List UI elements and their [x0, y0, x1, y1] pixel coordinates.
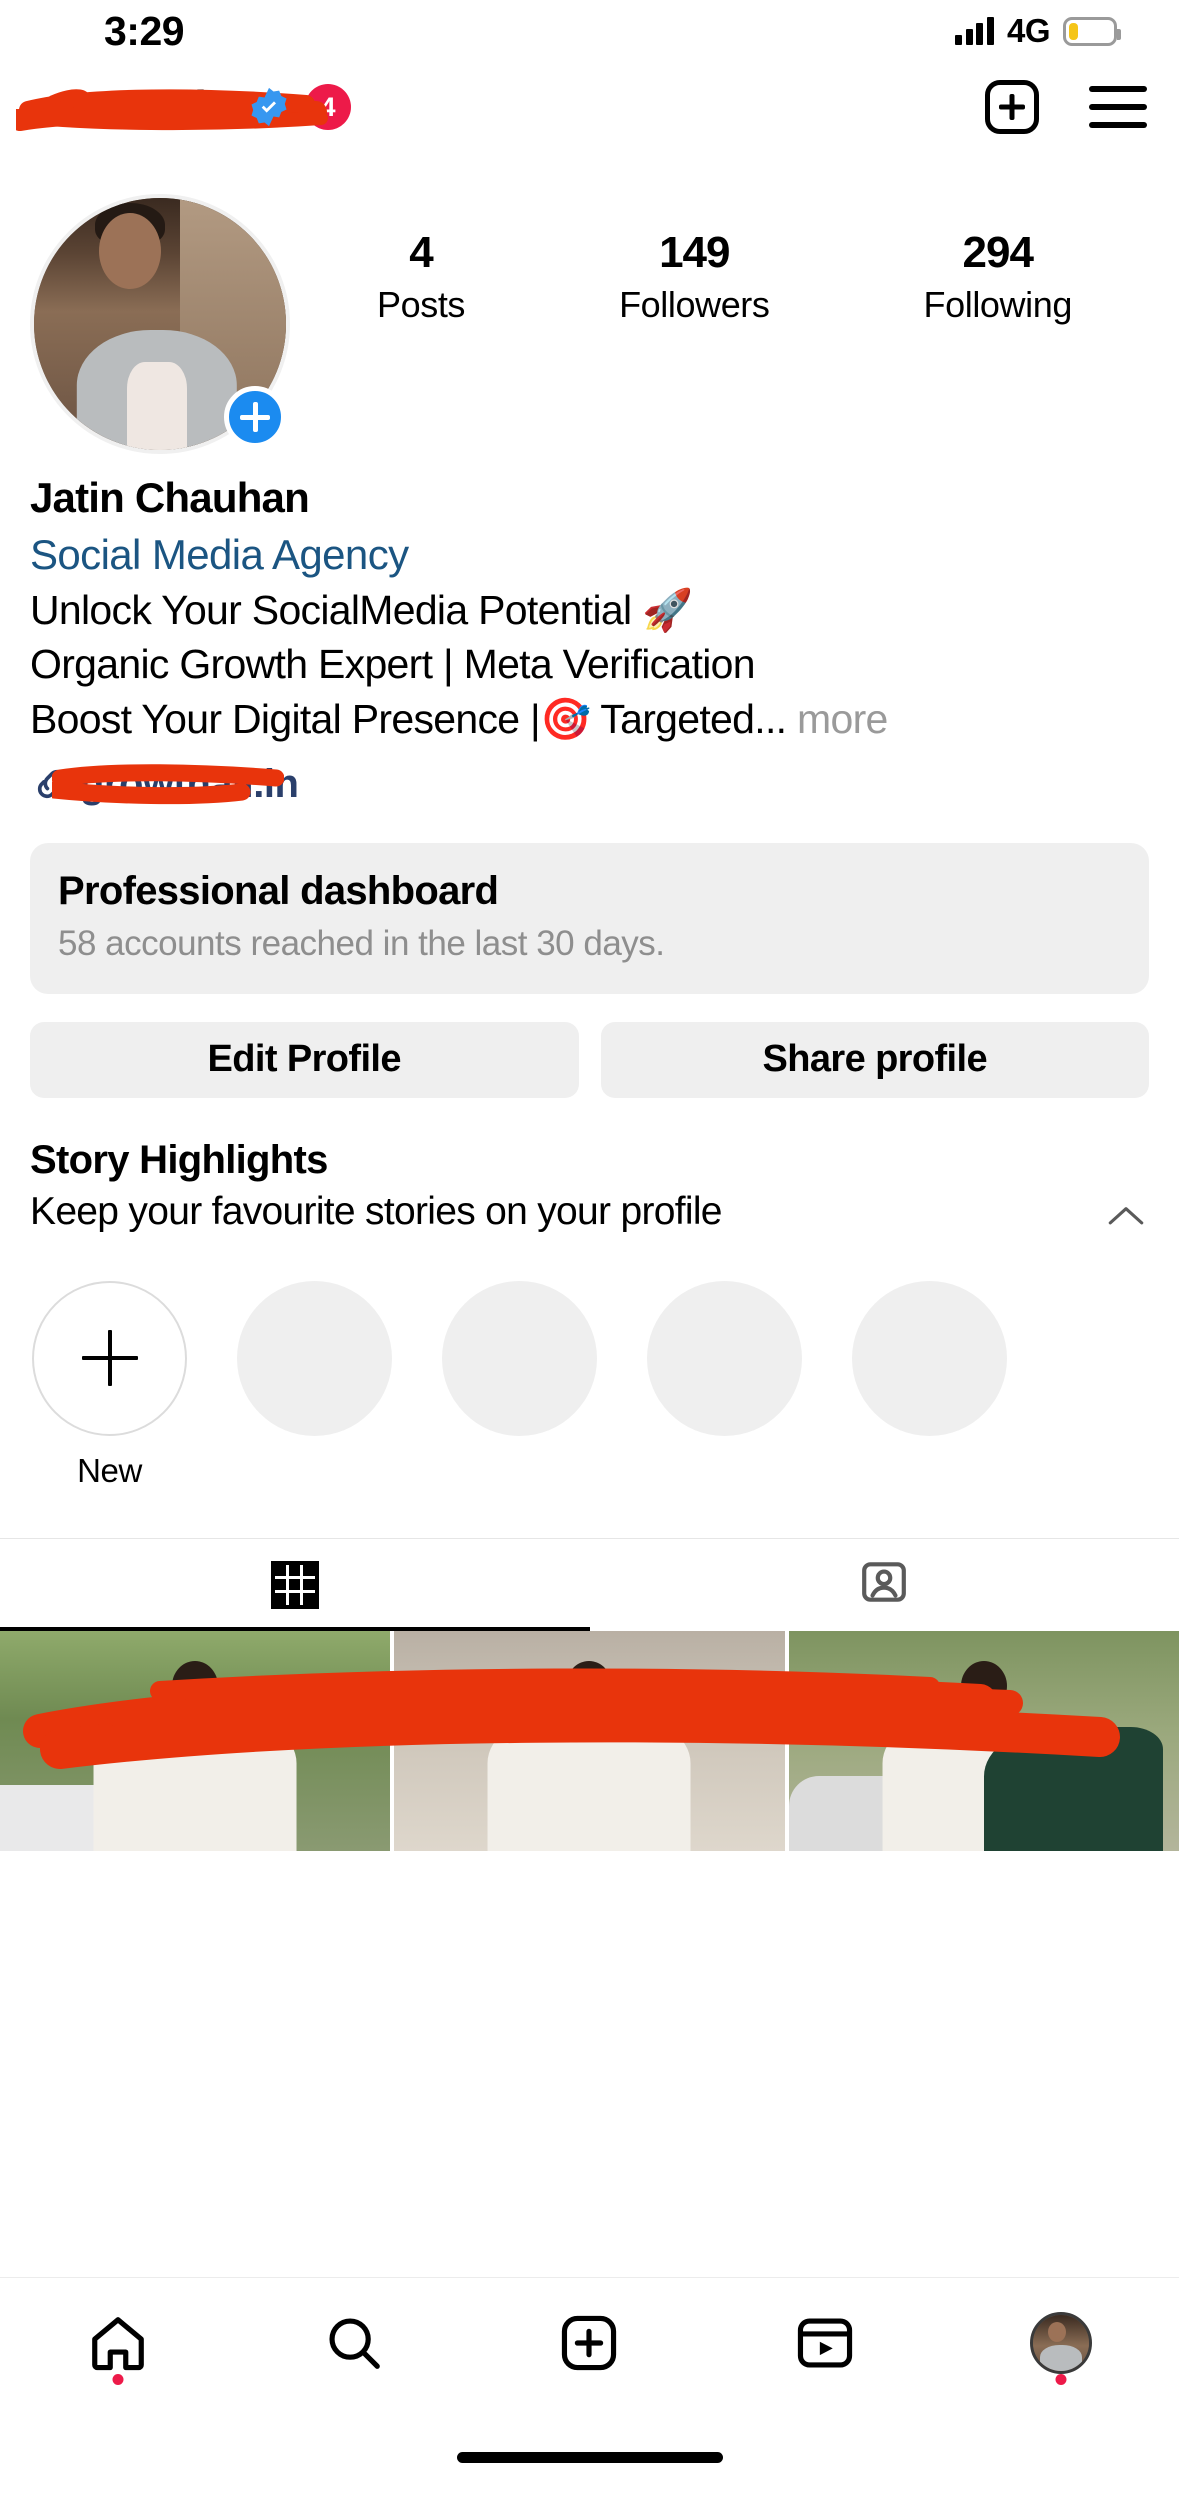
home-indicator: [456, 2452, 723, 2463]
network-type-label: 4G: [1006, 12, 1051, 49]
bio-block: Jatin Chauhan Social Media Agency Unlock…: [0, 454, 1179, 746]
bio-line-3: Boost Your Digital Presence |🎯 Targeted.…: [30, 692, 1149, 746]
story-highlights-title: Story Highlights: [30, 1137, 328, 1182]
post-thumbnail[interactable]: [0, 1630, 391, 1851]
following-count: 294: [962, 228, 1034, 277]
profile-category: Social Media Agency: [30, 530, 409, 578]
username-switcher[interactable]: •••••••••••in 4: [16, 81, 352, 133]
bio-last-text: Boost Your Digital Presence |🎯 Targeted: [30, 695, 755, 742]
post-thumbnail[interactable]: [788, 1630, 1179, 1851]
nav-reels[interactable]: [707, 2278, 943, 2407]
chevron-up-icon[interactable]: [1107, 1204, 1145, 1226]
tab-grid[interactable]: [0, 1539, 590, 1631]
post-grid: [0, 1630, 1179, 1851]
home-icon: [92, 2316, 144, 2370]
avatar[interactable]: [30, 194, 290, 454]
status-time: 3:29: [104, 7, 185, 54]
signal-bars-icon: [955, 17, 994, 45]
profile-link-row[interactable]: growthall.in: [0, 746, 1179, 807]
profile-summary: 4 Posts 149 Followers 294 Following: [0, 152, 1179, 454]
bottom-navigation-bar: [0, 2277, 1179, 2407]
header-actions: [985, 80, 1147, 134]
notification-count-badge[interactable]: 4: [305, 84, 352, 130]
story-highlights-list: New: [30, 1280, 1149, 1490]
stat-posts[interactable]: 4 Posts: [377, 228, 466, 326]
share-profile-button[interactable]: Share profile: [600, 1021, 1149, 1098]
nav-search[interactable]: [236, 2278, 472, 2407]
plus-icon[interactable]: [32, 1280, 187, 1436]
link-chain-icon: [30, 762, 74, 806]
bio-line-1: Unlock Your SocialMedia Potential 🚀: [30, 587, 693, 634]
profile-stats: 4 Posts 149 Followers 294 Following: [290, 194, 1149, 326]
nav-home[interactable]: [0, 2278, 236, 2407]
post-thumbnail[interactable]: [394, 1630, 785, 1851]
story-highlights-section: Story Highlights Keep your favourite sto…: [0, 1138, 1179, 1490]
status-indicators: 4G: [955, 12, 1121, 50]
bio-truncation: ...: [754, 695, 787, 742]
home-unread-dot: [112, 2374, 124, 2385]
tagged-person-icon: [859, 1557, 909, 1612]
highlight-placeholder[interactable]: [442, 1280, 597, 1490]
edit-profile-button[interactable]: Edit Profile: [30, 1021, 579, 1098]
highlight-new-label: New: [77, 1451, 142, 1489]
grid-icon: [270, 1560, 319, 1609]
username-label: •••••••••••in: [28, 81, 234, 133]
bio-line-2: Organic Growth Expert | Meta Verificatio…: [30, 641, 756, 688]
profile-tabs: [0, 1537, 1179, 1631]
plus-square-icon: [562, 2315, 617, 2370]
plus-square-icon[interactable]: [985, 80, 1039, 134]
battery-low-icon: [1063, 16, 1121, 46]
highlight-placeholder[interactable]: [852, 1280, 1007, 1490]
stat-following[interactable]: 294 Following: [923, 228, 1073, 326]
profile-unread-dot: [1055, 2374, 1067, 2385]
hamburger-menu-icon[interactable]: [1089, 86, 1147, 128]
display-name: Jatin Chauhan: [30, 474, 310, 521]
add-story-plus-icon[interactable]: [224, 386, 286, 448]
highlight-placeholder[interactable]: [647, 1280, 802, 1490]
following-label: Following: [923, 284, 1073, 326]
tab-tagged[interactable]: [590, 1539, 1179, 1631]
nav-create[interactable]: [472, 2278, 708, 2407]
professional-dashboard-card[interactable]: Professional dashboard 58 accounts reach…: [30, 842, 1149, 994]
nav-profile[interactable]: [943, 2278, 1179, 2407]
app-header: •••••••••••in 4: [0, 62, 1179, 152]
verified-badge-icon: [249, 87, 289, 127]
reels-icon: [798, 2317, 853, 2368]
posts-count: 4: [409, 228, 433, 277]
posts-label: Posts: [377, 284, 466, 326]
status-bar: 3:29 4G: [0, 0, 1179, 62]
followers-label: Followers: [619, 284, 770, 326]
profile-link-label[interactable]: growthall.in: [80, 762, 299, 807]
highlight-placeholder[interactable]: [237, 1280, 392, 1490]
highlight-new[interactable]: New: [32, 1280, 187, 1490]
followers-count: 149: [659, 228, 730, 277]
dashboard-subtitle: 58 accounts reached in the last 30 days.: [58, 923, 665, 963]
profile-action-buttons: Edit Profile Share profile: [30, 1021, 1149, 1098]
bio-more-link[interactable]: more: [797, 696, 888, 742]
story-highlights-subtitle: Keep your favourite stories on your prof…: [30, 1189, 722, 1233]
stat-followers[interactable]: 149 Followers: [619, 228, 770, 326]
search-icon: [329, 2317, 380, 2369]
profile-avatar-icon[interactable]: [1030, 2311, 1093, 2374]
dashboard-title: Professional dashboard: [58, 868, 499, 913]
